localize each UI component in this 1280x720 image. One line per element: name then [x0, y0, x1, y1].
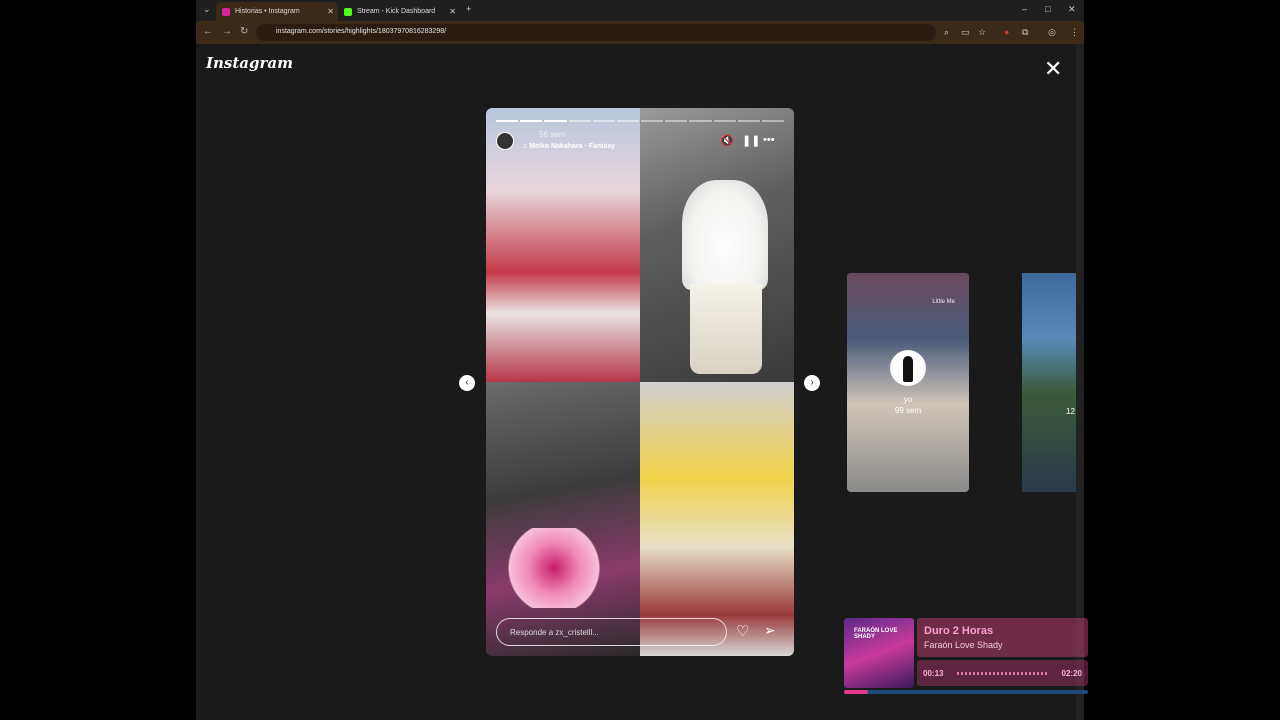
more-options-icon[interactable]: •••: [763, 134, 775, 146]
progress-segment: [665, 120, 688, 122]
track-artist: Faraón Love Shady: [924, 640, 1003, 650]
progress-segment: [737, 120, 760, 122]
progress-segment: [616, 120, 640, 122]
kick-favicon-icon: [344, 7, 352, 16]
waveform: [957, 672, 1049, 675]
zoom-icon[interactable]: ⌕: [944, 27, 949, 38]
next-story-preview[interactable]: Little Me yo 99 sem: [847, 273, 969, 492]
previous-story-icon[interactable]: ‹: [459, 375, 475, 391]
reply-placeholder: Responde a zx_cristelll...: [510, 628, 599, 637]
progress-segment: [592, 120, 615, 122]
track-progress-fill: [844, 690, 869, 694]
url-input[interactable]: instagram.com/stories/highlights/1803797…: [256, 24, 936, 41]
close-stories-icon[interactable]: ✕: [1044, 56, 1062, 82]
reload-icon[interactable]: ↻: [240, 26, 248, 37]
progress-segment: [713, 120, 736, 122]
extensions-icon[interactable]: ⧉: [1022, 27, 1028, 38]
send-icon[interactable]: ➢: [764, 622, 776, 639]
ice-cream-cup-shape: [690, 284, 762, 374]
heart-icon[interactable]: ♡: [736, 622, 749, 640]
mute-icon[interactable]: 🔇: [720, 134, 734, 147]
record-indicator-icon: ●: [1004, 27, 1010, 37]
progress-segment: [544, 120, 567, 122]
story-viewer[interactable]: 56 sem ♫ Meiko Nakahara · Fantasy 🔇 ❚❚ •…: [486, 108, 794, 656]
instagram-logo[interactable]: Instagram: [206, 54, 293, 72]
story-avatar[interactable]: [496, 132, 514, 150]
profile-icon[interactable]: ◎: [1048, 27, 1056, 38]
now-playing-widget: FARAÓN LOVE SHADY Duro 2 Horas Faraón Lo…: [844, 618, 1088, 696]
flower-clip-shape: [504, 528, 604, 608]
address-bar: ← → ↻ instagram.com/stories/highlights/1…: [196, 21, 1084, 44]
track-title: Duro 2 Horas: [924, 625, 994, 637]
story-photo-banana-milk: [640, 382, 794, 656]
preview-time-ago: 99 sem: [894, 406, 922, 415]
tab-instagram[interactable]: Historias • Instagram ✕: [216, 2, 338, 21]
minimize-icon[interactable]: –: [1022, 4, 1027, 14]
story-song-text: Meiko Nakahara · Fantasy: [529, 143, 616, 150]
pause-icon[interactable]: ❚❚: [742, 134, 760, 147]
tab-strip: ⌄ Historias • Instagram ✕ Stream - Kick …: [196, 0, 1084, 21]
progress-segment: [496, 120, 519, 122]
tab-title: Stream - Kick Dashboard: [357, 8, 436, 15]
next-story-preview-2[interactable]: 12: [1022, 273, 1076, 492]
close-tab-icon[interactable]: ✕: [449, 7, 456, 16]
preview-title: Little Me: [932, 299, 955, 305]
instagram-favicon-icon: [222, 7, 230, 16]
album-text: FARAÓN LOVE SHADY: [854, 628, 898, 640]
close-window-icon[interactable]: ✕: [1068, 4, 1076, 15]
tab-title: Historias • Instagram: [235, 8, 300, 15]
bookmark-star-icon[interactable]: ☆: [978, 27, 986, 38]
maximize-icon[interactable]: □: [1045, 4, 1050, 14]
tab-search-icon[interactable]: ⌄: [203, 4, 211, 15]
track-info: Duro 2 Horas Faraón Love Shady: [917, 618, 1088, 657]
track-progress-bar: [844, 690, 1088, 694]
current-time: 00:13: [923, 669, 944, 678]
story-time-ago: 56 sem: [539, 130, 566, 139]
story-photo-keychain: [486, 382, 640, 656]
story-progress-bar: [496, 120, 785, 122]
progress-segment: [641, 120, 664, 122]
menu-icon[interactable]: ⋮: [1070, 27, 1079, 38]
album-art: FARAÓN LOVE SHADY: [844, 618, 914, 688]
preview-2-time: 12: [1066, 407, 1075, 416]
progress-segment: [761, 120, 785, 122]
total-time: 02:20: [1061, 669, 1082, 678]
story-song[interactable]: ♫ Meiko Nakahara · Fantasy: [522, 143, 615, 150]
track-time: 00:13 02:20: [917, 660, 1088, 686]
ice-cream-shape: [682, 180, 768, 290]
tab-kick[interactable]: Stream - Kick Dashboard ✕: [338, 2, 460, 21]
close-tab-icon[interactable]: ✕: [327, 7, 334, 16]
progress-segment: [568, 120, 591, 122]
cast-icon[interactable]: ▭: [961, 27, 970, 38]
url-text: instagram.com/stories/highlights/1803797…: [276, 28, 447, 35]
back-icon[interactable]: ←: [203, 26, 213, 37]
browser-window: ⌄ Historias • Instagram ✕ Stream - Kick …: [196, 0, 1084, 720]
forward-icon[interactable]: →: [222, 26, 232, 37]
preview-avatar: [890, 350, 926, 386]
preview-name: yo: [903, 395, 913, 404]
new-tab-icon[interactable]: +: [466, 4, 471, 14]
reply-input[interactable]: Responde a zx_cristelll...: [496, 618, 727, 646]
next-story-icon[interactable]: ›: [804, 375, 820, 391]
progress-segment: [689, 120, 712, 122]
progress-segment: [520, 120, 543, 122]
